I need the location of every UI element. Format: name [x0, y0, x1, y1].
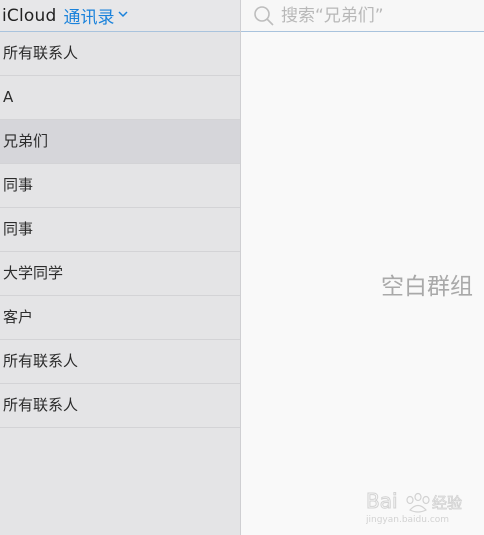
app-switcher[interactable]: 通讯录	[63, 3, 129, 28]
chevron-down-icon	[118, 11, 129, 18]
group-item[interactable]: 同事	[0, 164, 240, 208]
group-item-label: 所有联系人	[3, 396, 79, 414]
group-item-label: 兄弟们	[3, 132, 49, 150]
contacts-app: iCloud 通讯录 所有联系人 A 兄弟们 同事 同事 大学同学 客户 所有联…	[0, 0, 484, 535]
group-item[interactable]: 大学同学	[0, 252, 240, 296]
sidebar-header: iCloud 通讯录	[0, 0, 240, 32]
main-pane: 空白群组	[241, 0, 484, 535]
baidu-watermark-logo: Bai 经验 jingyan.baidu.com	[366, 489, 462, 526]
group-item-label: 同事	[3, 176, 34, 194]
group-item[interactable]: 所有联系人	[0, 340, 240, 384]
search-input[interactable]	[281, 5, 481, 26]
group-item-selected[interactable]: 兄弟们	[0, 120, 240, 164]
group-item[interactable]: 客户	[0, 296, 240, 340]
group-item[interactable]: 所有联系人	[0, 32, 240, 76]
svg-text:Bai: Bai	[366, 489, 398, 513]
search-bar	[241, 0, 484, 32]
group-item-label: 所有联系人	[3, 352, 79, 370]
brand-label: iCloud	[2, 5, 57, 26]
group-item[interactable]: 同事	[0, 208, 240, 252]
group-item-label: 客户	[3, 308, 34, 326]
group-item-label: 同事	[3, 220, 34, 238]
app-name-label: 通讯录	[63, 8, 115, 28]
group-item[interactable]: A	[0, 76, 240, 120]
search-icon	[254, 5, 274, 26]
group-item-label: 所有联系人	[3, 44, 79, 62]
group-item-label: 大学同学	[3, 264, 64, 282]
group-item-label: A	[3, 88, 14, 106]
group-item[interactable]: 所有联系人	[0, 384, 240, 428]
group-list: 所有联系人 A 兄弟们 同事 同事 大学同学 客户 所有联系人 所有联系人	[0, 32, 240, 428]
svg-text:jingyan.baidu.com: jingyan.baidu.com	[366, 515, 449, 525]
svg-text:经验: 经验	[432, 494, 462, 512]
empty-group-message: 空白群组	[381, 274, 473, 300]
sidebar: iCloud 通讯录 所有联系人 A 兄弟们 同事 同事 大学同学 客户 所有联…	[0, 0, 241, 535]
